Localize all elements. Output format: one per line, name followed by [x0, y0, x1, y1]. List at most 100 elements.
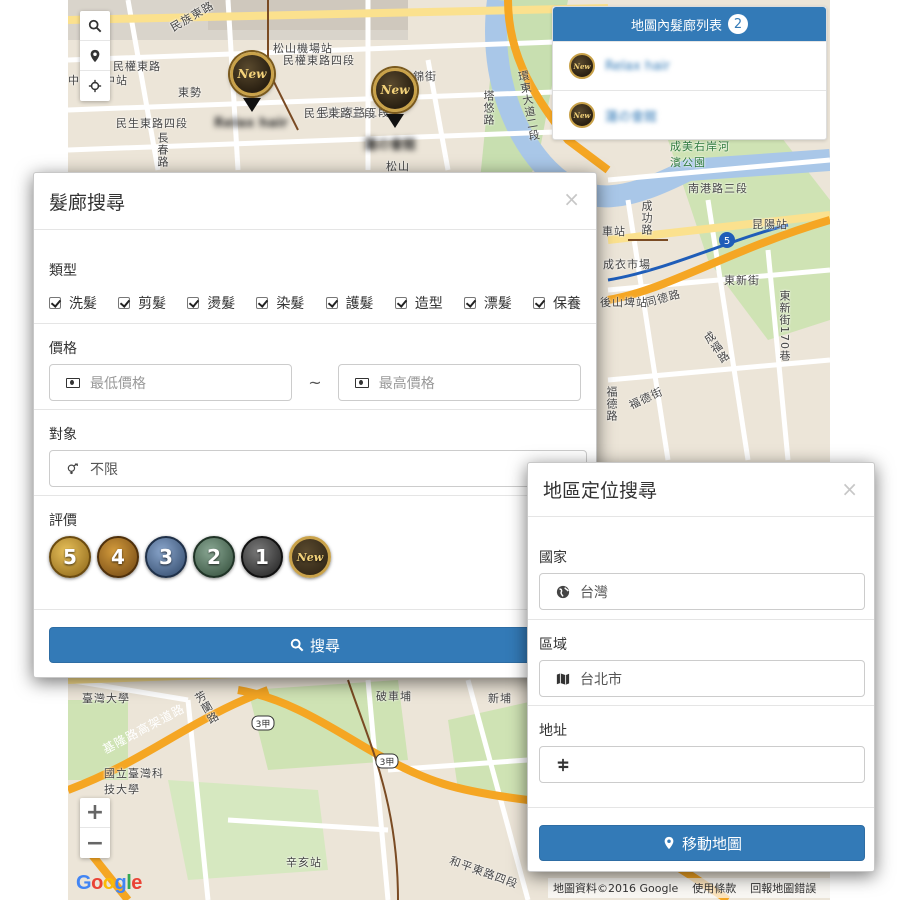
terms-link[interactable]: 使用條款: [692, 880, 736, 896]
street-label: 南港路三段: [688, 182, 748, 195]
address-section: 地址: [528, 706, 874, 808]
close-icon[interactable]: ×: [841, 477, 858, 501]
close-icon[interactable]: ×: [563, 187, 580, 211]
salon-search-modal: 髮廊搜尋 × 類型 洗髮 剪髮 燙髮 染髮 護髮 造型 漂髮 保養 價格 最低價…: [33, 172, 597, 678]
target-select[interactable]: 不限: [49, 450, 587, 487]
street-label: 成衣市場: [603, 258, 651, 271]
price-label: 價格: [49, 341, 77, 357]
salon-count-badge: 2: [728, 14, 748, 34]
min-price-input[interactable]: 最低價格: [49, 364, 293, 401]
salon-list-item[interactable]: New Relax hair: [553, 41, 826, 90]
report-error-link[interactable]: 回報地圖錯誤: [750, 880, 816, 896]
type-option-label: 洗髮: [69, 296, 97, 312]
max-price-placeholder: 最高價格: [378, 375, 435, 392]
salon-search-footer: 搜尋: [34, 610, 596, 663]
street-label: 民生東路四段: [116, 117, 188, 130]
street-label: 福德路: [605, 386, 618, 422]
street-label: 國立臺灣科技大學: [104, 767, 164, 796]
target-value: 不限: [90, 461, 118, 478]
salon-list-header[interactable]: 地圖內髮廊列表 2: [553, 7, 826, 41]
map-icon: [556, 672, 570, 685]
type-checkbox[interactable]: 造型: [394, 293, 443, 313]
search-button[interactable]: 搜尋: [49, 627, 581, 663]
rating-value: 4: [111, 545, 125, 569]
country-value: 台灣: [580, 584, 608, 601]
region-value: 台北市: [580, 671, 622, 688]
street-label: 昆陽站: [752, 218, 788, 231]
type-label: 類型: [49, 263, 77, 279]
rating-2-icon[interactable]: 2: [193, 536, 235, 578]
street-label: 成功路: [640, 200, 653, 236]
address-label: 地址: [539, 723, 567, 739]
location-tool-button[interactable]: [80, 41, 110, 71]
type-checkbox[interactable]: 護髮: [325, 293, 374, 313]
salon-name[interactable]: 蓮の會館: [605, 106, 657, 125]
marker-name: Relax hair: [214, 116, 288, 131]
checkbox-checked-icon[interactable]: [118, 297, 131, 309]
country-select[interactable]: 台灣: [539, 573, 865, 610]
type-option-label: 剪髮: [138, 296, 167, 312]
rating-4-icon[interactable]: 4: [97, 536, 139, 578]
marker-name: 蓮の會館: [364, 138, 417, 153]
map-data-credit: 地圖資料©2016 Google: [553, 882, 679, 895]
checkbox-checked-icon[interactable]: [394, 297, 407, 309]
salon-list-item[interactable]: New 蓮の會館: [553, 90, 826, 139]
rating-value: 3: [159, 545, 173, 569]
rating-new-icon[interactable]: New: [289, 536, 331, 578]
move-map-button[interactable]: 移動地圖: [539, 825, 865, 861]
zoom-in-button[interactable]: +: [80, 798, 110, 828]
salon-search-header: 髮廊搜尋 ×: [34, 173, 596, 230]
type-checkbox[interactable]: 染髮: [256, 293, 304, 313]
type-section: 類型 洗髮 剪髮 燙髮 染髮 護髮 造型 漂髮 保養: [34, 230, 596, 324]
checkbox-checked-icon[interactable]: [463, 297, 476, 309]
crosshair-tool-button[interactable]: [80, 71, 110, 101]
rating-value: 2: [207, 545, 221, 569]
type-checkbox[interactable]: 燙髮: [187, 293, 235, 313]
salon-list-panel: 地圖內髮廊列表 2 New Relax hair New 蓮の會館: [552, 6, 827, 140]
rating-5-icon[interactable]: 5: [49, 536, 91, 578]
zoom-out-button[interactable]: −: [80, 828, 110, 858]
search-icon: [290, 638, 304, 652]
map-marker-new[interactable]: New: [230, 52, 274, 96]
address-input[interactable]: [539, 746, 865, 783]
type-checkbox[interactable]: 洗髮: [49, 293, 97, 313]
type-checkbox[interactable]: 剪髮: [118, 293, 166, 313]
checkbox-checked-icon[interactable]: [187, 297, 200, 309]
rating-1-icon[interactable]: 1: [241, 536, 283, 578]
country-label: 國家: [539, 550, 567, 566]
rating-value: 5: [63, 545, 77, 569]
range-separator: ~: [308, 373, 322, 392]
type-option-label: 燙髮: [207, 296, 236, 312]
move-map-label: 移動地圖: [681, 834, 742, 853]
zoom-controls: + −: [80, 798, 110, 858]
region-select[interactable]: 台北市: [539, 660, 865, 697]
new-badge-label: New: [573, 110, 591, 120]
type-checkbox[interactable]: 漂髮: [463, 293, 512, 313]
region-label: 區域: [539, 637, 567, 653]
street-label: 後山埤站: [600, 296, 648, 309]
type-checkboxes: 洗髮 剪髮 燙髮 染髮 護髮 造型 漂髮 保養: [49, 293, 581, 313]
target-label: 對象: [49, 427, 77, 443]
map-marker-new[interactable]: New: [373, 68, 417, 112]
rating-label: 評價: [49, 513, 77, 529]
search-tool-button[interactable]: [80, 11, 110, 41]
street-label: 新埔: [488, 692, 512, 705]
street-label: 民權東路四段: [283, 54, 355, 67]
street-label: 臺灣大學: [82, 692, 130, 705]
street-label: 破車埔: [376, 690, 412, 703]
gender-icon: [67, 462, 78, 474]
rating-3-icon[interactable]: 3: [145, 536, 187, 578]
max-price-input[interactable]: 最高價格: [337, 364, 581, 401]
marker-new-label: New: [237, 67, 267, 81]
marker-pin: [386, 114, 404, 128]
country-section: 國家 台灣: [528, 517, 874, 620]
checkbox-checked-icon[interactable]: [256, 297, 269, 309]
salon-name[interactable]: Relax hair: [605, 59, 670, 74]
checkbox-checked-icon[interactable]: [49, 297, 61, 309]
marker-pin: [243, 98, 261, 112]
crosshair-icon: [88, 79, 102, 93]
street-label: 民生東路三段: [304, 107, 376, 120]
type-checkbox[interactable]: 保養: [532, 293, 581, 313]
checkbox-checked-icon[interactable]: [532, 297, 545, 309]
checkbox-checked-icon[interactable]: [325, 297, 338, 309]
